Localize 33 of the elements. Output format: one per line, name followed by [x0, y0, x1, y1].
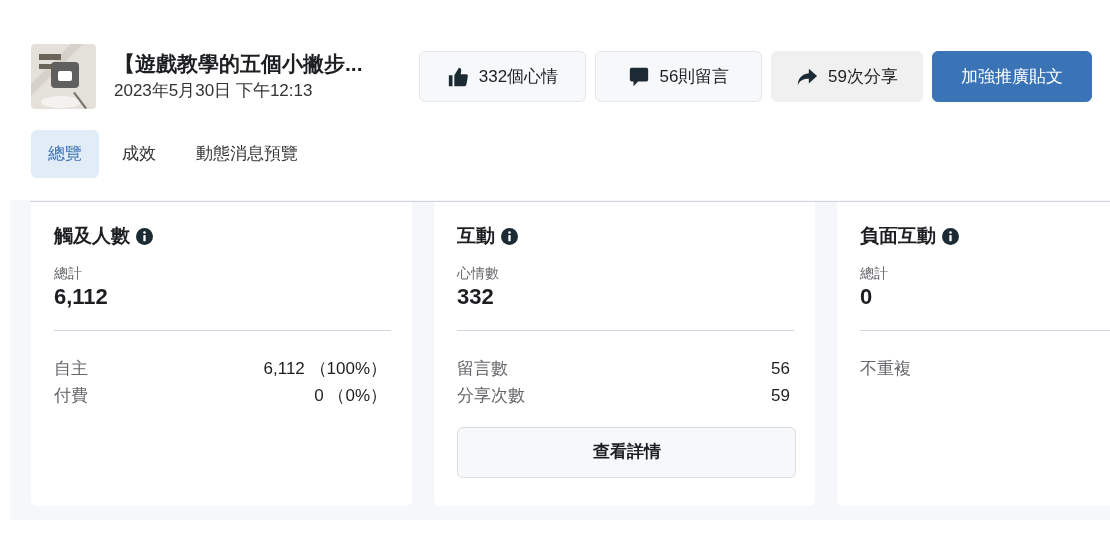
row-value: 59 [771, 384, 790, 407]
row-label: 自主 [54, 357, 88, 380]
metric-label: 總計 [54, 263, 83, 283]
tab[interactable]: 動態消息預覽 [179, 130, 315, 178]
metric-value: 0 [860, 283, 874, 310]
row-label: 付費 [54, 384, 88, 407]
row-value: 56 [771, 357, 790, 380]
metric-value: 332 [457, 283, 495, 310]
card-title: 負面互動 [860, 224, 936, 248]
tab[interactable]: 總覽 [31, 130, 99, 178]
comment-count-button[interactable]: 56則留言 [595, 51, 762, 102]
info-icon[interactable] [501, 227, 518, 245]
thumbs-up-icon [446, 65, 469, 88]
info-icon[interactable] [136, 227, 153, 245]
row-value: 0 （0%） [314, 384, 387, 407]
row-label: 不重複 [860, 357, 911, 380]
card-title: 互動 [457, 224, 495, 248]
info-icon[interactable] [942, 227, 959, 245]
metric-value: 6,112 [54, 283, 109, 310]
like-count-button[interactable]: 332個心情 [419, 51, 586, 102]
metric-label: 心情數 [457, 263, 500, 283]
post-title: 【遊戲教學的五個小撇步... [114, 50, 364, 77]
row-label: 留言數 [457, 357, 508, 380]
row-value: 6,112 （100%） [263, 357, 387, 380]
card-title: 觸及人數 [54, 224, 130, 248]
tab[interactable]: 成效 [105, 130, 173, 178]
share-count-button[interactable]: 59次分享 [771, 51, 923, 102]
speech-bubble-icon [627, 65, 650, 88]
boost-post-button[interactable]: 加強推廣貼文 [932, 51, 1092, 102]
view-details-button[interactable]: 查看詳情 [457, 426, 796, 478]
row-label: 分享次數 [457, 384, 525, 407]
post-date: 2023年5月30日 下午12:13 [114, 79, 314, 102]
metric-label: 總計 [860, 263, 889, 283]
